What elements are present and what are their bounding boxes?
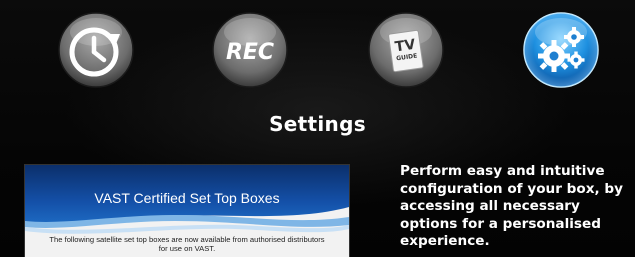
gears-icon xyxy=(523,12,599,88)
section-title: Settings xyxy=(269,112,366,136)
menu-item-tv-guide[interactable]: TV GUIDE xyxy=(368,12,444,88)
settings-preview-panel: VAST Certified Set Top Boxes The followi… xyxy=(25,165,349,257)
clock-icon xyxy=(58,12,134,88)
menu-item-settings[interactable] xyxy=(523,12,599,88)
menu-item-rec[interactable]: REC xyxy=(212,12,288,88)
main-menu: REC TV GUIDE xyxy=(0,0,635,100)
rec-icon: REC xyxy=(212,12,288,88)
rec-label: REC xyxy=(226,40,274,65)
tv-guide-icon: TV GUIDE xyxy=(368,12,444,88)
menu-item-clock[interactable] xyxy=(58,12,134,88)
section-description: Perform easy and intuitive configuration… xyxy=(400,163,623,249)
preview-body-text: The following satellite set top boxes ar… xyxy=(49,235,325,253)
preview-heading: VAST Certified Set Top Boxes xyxy=(94,190,280,206)
